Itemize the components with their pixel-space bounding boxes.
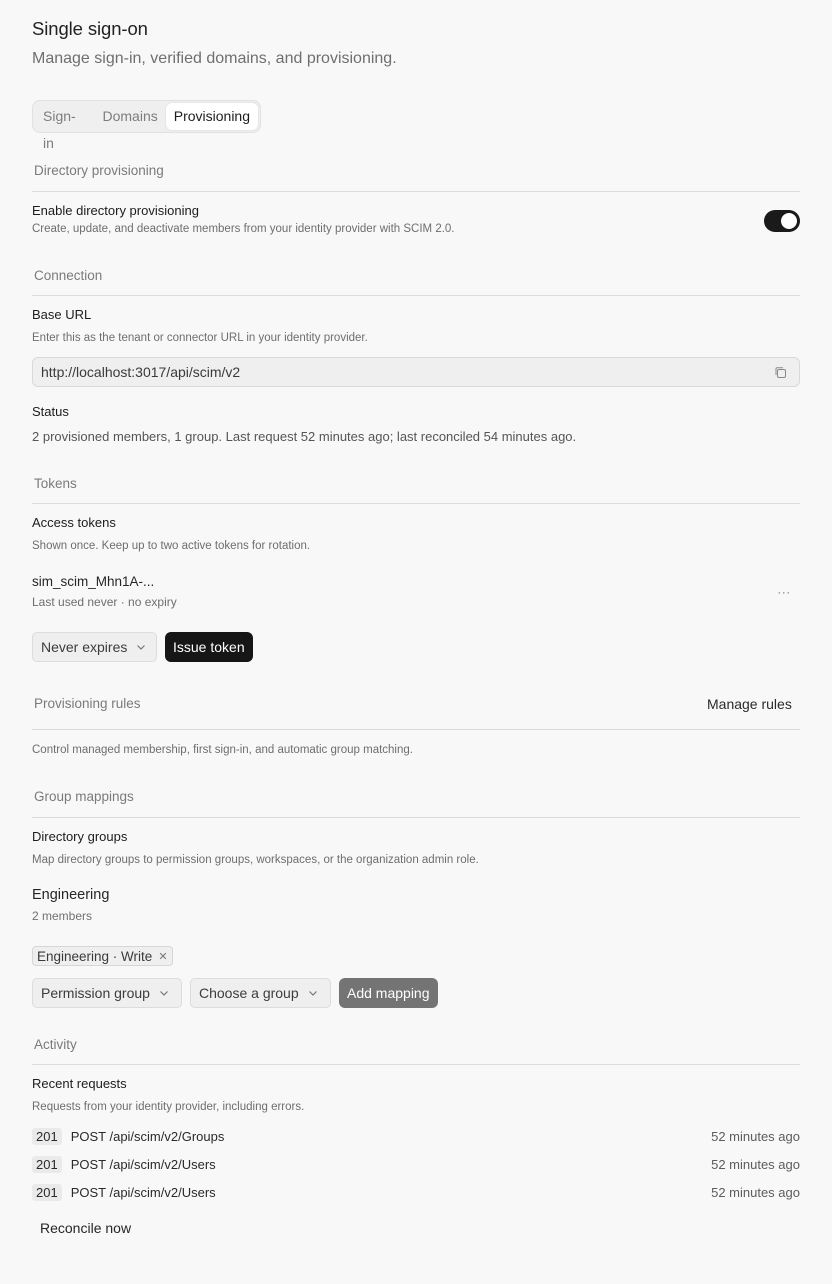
recent-requests-description: Requests from your identity provider, in… — [32, 1101, 305, 1113]
request-time: 52 minutes ago — [711, 1128, 800, 1144]
request-row: 201 POST /api/scim/v2/Users 52 minutes a… — [32, 1182, 800, 1202]
base-url-label: Base URL — [32, 307, 92, 322]
request-time: 52 minutes ago — [711, 1184, 800, 1200]
add-mapping-button[interactable]: Add mapping — [339, 978, 438, 1008]
chevron-down-icon — [160, 991, 168, 996]
request-status-badge: 201 — [32, 1127, 62, 1145]
request-path: POST /api/scim/v2/Groups — [70, 1128, 225, 1144]
chevron-down-icon — [308, 991, 317, 996]
mapping-chip-label: Engineering · Write — [37, 948, 153, 964]
directory-group-name: Engineering — [32, 887, 110, 903]
divider — [32, 503, 800, 504]
base-url-description: Enter this as the tenant or connector UR… — [32, 332, 368, 344]
mapping-target-value: Choose a group — [199, 985, 299, 1001]
close-icon[interactable]: ✕ — [158, 950, 167, 963]
provisioning-toggle-label: Enable directory provisioning — [32, 203, 199, 218]
request-time: 52 minutes ago — [711, 1156, 800, 1172]
issue-token-button[interactable]: Issue token — [165, 632, 253, 662]
status-text: 2 provisioned members, 1 group. Last req… — [32, 429, 577, 444]
request-path: POST /api/scim/v2/Users — [70, 1156, 216, 1172]
mapping-type-value: Permission group — [41, 985, 150, 1001]
provisioning-toggle[interactable] — [764, 210, 800, 232]
request-status-badge: 201 — [32, 1155, 62, 1173]
section-title-connection: Connection — [34, 268, 103, 283]
status-label: Status — [32, 404, 69, 419]
tab-provisioning[interactable]: Provisioning — [165, 103, 258, 130]
directory-group-members: 2 members — [32, 909, 93, 923]
manage-rules-button[interactable]: Manage rules — [707, 696, 792, 712]
section-title-group-mappings: Group mappings — [34, 789, 134, 804]
mapping-chip: Engineering · Write ✕ — [32, 946, 173, 966]
tab-sign-in[interactable]: Sign-in — [35, 103, 94, 151]
provisioning-rules-description: Control managed membership, first sign-i… — [32, 744, 413, 756]
request-status-badge: 201 — [32, 1183, 62, 1201]
access-tokens-label: Access tokens — [32, 515, 116, 530]
divider — [32, 817, 800, 818]
section-title-provisioning-rules: Provisioning rules — [34, 696, 141, 711]
recent-requests-label: Recent requests — [32, 1076, 127, 1091]
token-expiry-value: Never expires — [41, 639, 128, 655]
page-title: Single sign-on — [32, 18, 148, 39]
toggle-knob — [781, 213, 797, 229]
section-title-tokens: Tokens — [34, 476, 77, 491]
token-more-button[interactable]: ··· — [774, 582, 794, 602]
page-subtitle: Manage sign-in, verified domains, and pr… — [32, 50, 397, 67]
token-meta: Last used never · no expiry — [32, 595, 177, 609]
directory-groups-label: Directory groups — [32, 829, 128, 844]
request-row: 201 POST /api/scim/v2/Groups 52 minutes … — [32, 1126, 800, 1146]
tab-bar: Sign-in Domains Provisioning — [32, 100, 261, 151]
section-title-activity: Activity — [34, 1037, 77, 1052]
token-name: sim_scim_Mhn1A-... — [32, 574, 155, 589]
section-title-directory-provisioning: Directory provisioning — [34, 163, 164, 178]
divider — [32, 191, 800, 192]
mapping-type-select[interactable]: Permission group — [32, 978, 182, 1008]
base-url-field[interactable]: http://localhost:3017/api/scim/v2 — [32, 357, 800, 387]
mapping-target-select[interactable]: Choose a group — [190, 978, 331, 1008]
token-expiry-select[interactable]: Never expires — [32, 632, 157, 662]
copy-icon[interactable] — [774, 366, 787, 379]
provisioning-toggle-description: Create, update, and deactivate members f… — [32, 223, 455, 235]
base-url-value: http://localhost:3017/api/scim/v2 — [41, 364, 241, 380]
divider — [32, 1064, 800, 1065]
access-tokens-description: Shown once. Keep up to two active tokens… — [32, 540, 311, 552]
divider — [32, 295, 800, 296]
divider — [32, 729, 800, 730]
request-path: POST /api/scim/v2/Users — [70, 1184, 216, 1200]
tab-domains[interactable]: Domains — [94, 103, 165, 130]
reconcile-now-button[interactable]: Reconcile now — [40, 1220, 131, 1236]
directory-groups-description: Map directory groups to permission group… — [32, 854, 479, 866]
chevron-down-icon — [137, 645, 146, 650]
request-row: 201 POST /api/scim/v2/Users 52 minutes a… — [32, 1154, 800, 1174]
